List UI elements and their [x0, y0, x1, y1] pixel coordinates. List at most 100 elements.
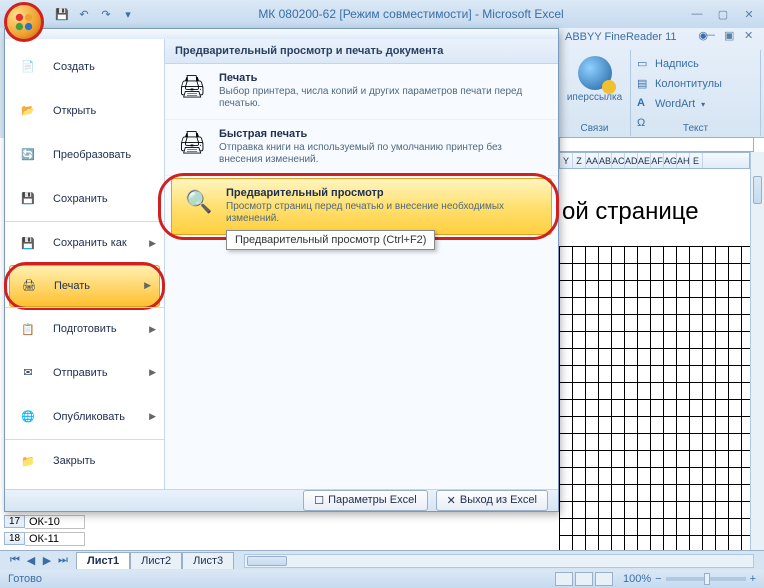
- zoom-out-button[interactable]: −: [655, 573, 661, 585]
- visible-rows: 17ОК-1018ОК-11: [4, 513, 559, 547]
- formula-bar-dropdown[interactable]: [559, 137, 754, 152]
- horizontal-scrollbar[interactable]: [244, 554, 754, 568]
- quick-access-toolbar: 💾 ↶ ↷ ▾: [54, 6, 136, 22]
- menu-item-label: Преобразовать: [53, 149, 131, 161]
- menu-item-icon: 🔄: [15, 142, 41, 168]
- options-icon: ☐: [314, 494, 324, 507]
- ribbon-item-header-footer[interactable]: ▤Колонтитулы: [637, 74, 754, 94]
- prev-sheet-icon[interactable]: ◀: [24, 554, 38, 568]
- submenu-item-0[interactable]: 🖨ПечатьВыбор принтера, числа копий и дру…: [165, 64, 558, 120]
- title-bar: 💾 ↶ ↷ ▾ МК 080200-62 [Режим совместимост…: [0, 0, 764, 28]
- cell-content-visible: ой странице: [562, 198, 699, 226]
- menu-item-label: Печать: [54, 280, 90, 292]
- menu-item-подготовить[interactable]: 📋Подготовить▶: [5, 307, 164, 351]
- undo-icon[interactable]: ↶: [76, 6, 92, 22]
- submenu-item-1[interactable]: 🖨Быстрая печатьОтправка книги на использ…: [165, 120, 558, 176]
- menu-item-icon: 📂: [15, 98, 41, 124]
- status-ready: Готово: [8, 573, 42, 585]
- menu-item-преобразовать[interactable]: 🔄 Преобразовать: [5, 133, 164, 177]
- col-header[interactable]: AG: [664, 153, 677, 168]
- menu-item-создать[interactable]: 📄Создать: [5, 45, 164, 89]
- menu-item-печать[interactable]: 🖨Печать▶: [9, 265, 160, 307]
- window-controls: — ▢ ✕: [686, 5, 760, 23]
- excel-options-button[interactable]: ☐Параметры Excel: [303, 490, 427, 511]
- menu-item-icon: 💾: [15, 230, 41, 256]
- cell[interactable]: ОК-11: [25, 532, 85, 546]
- textbox-icon: ▭: [637, 57, 651, 71]
- submenu-title: Быстрая печать: [219, 128, 307, 140]
- menu-item-icon: 📁: [15, 448, 41, 474]
- wb-restore-button[interactable]: ▣: [724, 29, 740, 42]
- submenu-icon: 🖨: [175, 128, 209, 158]
- vertical-scrollbar[interactable]: [750, 152, 764, 550]
- submenu-icon: 🔍: [182, 187, 216, 217]
- zoom-slider[interactable]: [666, 577, 746, 581]
- group-label-links: Связи: [559, 123, 630, 134]
- submenu-desc: Просмотр страниц перед печатью и внесени…: [226, 201, 541, 226]
- first-sheet-icon[interactable]: ⏮: [8, 554, 22, 568]
- page-layout-view-button[interactable]: [575, 572, 593, 586]
- ribbon-item-wordart[interactable]: AWordArt▾: [637, 94, 754, 114]
- col-header[interactable]: AH: [677, 153, 690, 168]
- ribbon: ABBYY FineReader 11 ◉ — ▣ ✕ иперссылка С…: [559, 28, 764, 138]
- hscroll-thumb[interactable]: [247, 556, 287, 566]
- page-break-view-button[interactable]: [595, 572, 613, 586]
- menu-item-icon: ✉: [15, 360, 41, 386]
- row-header[interactable]: 17: [4, 515, 25, 528]
- menu-item-label: Закрыть: [53, 455, 95, 467]
- wb-close-button[interactable]: ✕: [744, 29, 760, 42]
- menu-item-icon: 💾: [15, 186, 41, 212]
- menu-item-опубликовать[interactable]: 🌐Опубликовать▶: [5, 395, 164, 439]
- hyperlink-icon[interactable]: [578, 56, 612, 90]
- last-sheet-icon[interactable]: ⏭: [56, 554, 70, 568]
- normal-view-button[interactable]: [555, 572, 573, 586]
- column-headers[interactable]: YZAAABACADAEAFAGAHE: [559, 152, 750, 169]
- col-header[interactable]: Y: [560, 153, 573, 168]
- col-header[interactable]: AE: [638, 153, 651, 168]
- minimize-button[interactable]: —: [686, 5, 708, 23]
- office-button[interactable]: [4, 2, 44, 42]
- row-header[interactable]: 18: [4, 532, 25, 545]
- menu-item-icon: 📋: [15, 316, 41, 342]
- office-menu-footer: ☐Параметры Excel ✕Выход из Excel: [5, 489, 558, 511]
- menu-item-сохранить-как[interactable]: 💾Сохранить как▶: [5, 221, 164, 265]
- submenu-item-2[interactable]: 🔍 Предварительный просмотр Просмотр страни…: [171, 178, 552, 235]
- sheet-tab[interactable]: Лист2: [130, 552, 182, 569]
- save-icon[interactable]: 💾: [54, 6, 70, 22]
- col-header[interactable]: Z: [573, 153, 586, 168]
- grid-cells[interactable]: [559, 246, 750, 550]
- col-header[interactable]: AA: [586, 153, 599, 168]
- submenu-title: Предварительный просмотр: [226, 187, 384, 199]
- wordart-icon: A: [637, 97, 651, 111]
- submenu-icon: 🖨: [175, 72, 209, 102]
- menu-item-icon: 🌐: [15, 404, 41, 430]
- submenu-desc: Выбор принтера, числа копий и других пар…: [219, 86, 548, 111]
- col-header[interactable]: AB: [599, 153, 612, 168]
- col-header[interactable]: AD: [625, 153, 638, 168]
- menu-item-закрыть[interactable]: 📁 Закрыть: [5, 439, 164, 483]
- menu-item-отправить[interactable]: ✉Отправить▶: [5, 351, 164, 395]
- col-header[interactable]: E: [690, 153, 703, 168]
- status-bar: Готово 100% − +: [0, 570, 764, 588]
- exit-excel-button[interactable]: ✕Выход из Excel: [436, 490, 548, 511]
- qat-dropdown-icon[interactable]: ▾: [120, 6, 136, 22]
- next-sheet-icon[interactable]: ▶: [40, 554, 54, 568]
- wb-minimize-button[interactable]: —: [704, 29, 720, 42]
- scrollbar-thumb[interactable]: [753, 176, 762, 204]
- menu-item-label: Сохранить: [53, 193, 108, 205]
- zoom-in-button[interactable]: +: [750, 573, 756, 585]
- col-header[interactable]: AF: [651, 153, 664, 168]
- menu-item-label: Открыть: [53, 105, 96, 117]
- close-button[interactable]: ✕: [738, 5, 760, 23]
- col-header[interactable]: AC: [612, 153, 625, 168]
- menu-item-открыть[interactable]: 📂 Открыть: [5, 89, 164, 133]
- cell[interactable]: ОК-10: [25, 515, 85, 529]
- redo-icon[interactable]: ↷: [98, 6, 114, 22]
- sheet-tab[interactable]: Лист1: [76, 552, 130, 569]
- maximize-button[interactable]: ▢: [712, 5, 734, 23]
- sheet-tab[interactable]: Лист3: [182, 552, 234, 569]
- zoom-level[interactable]: 100%: [623, 573, 651, 585]
- menu-item-label: Создать: [53, 61, 95, 73]
- ribbon-item-textbox[interactable]: ▭Надпись: [637, 54, 754, 74]
- menu-item-сохранить[interactable]: 💾 Сохранить: [5, 177, 164, 221]
